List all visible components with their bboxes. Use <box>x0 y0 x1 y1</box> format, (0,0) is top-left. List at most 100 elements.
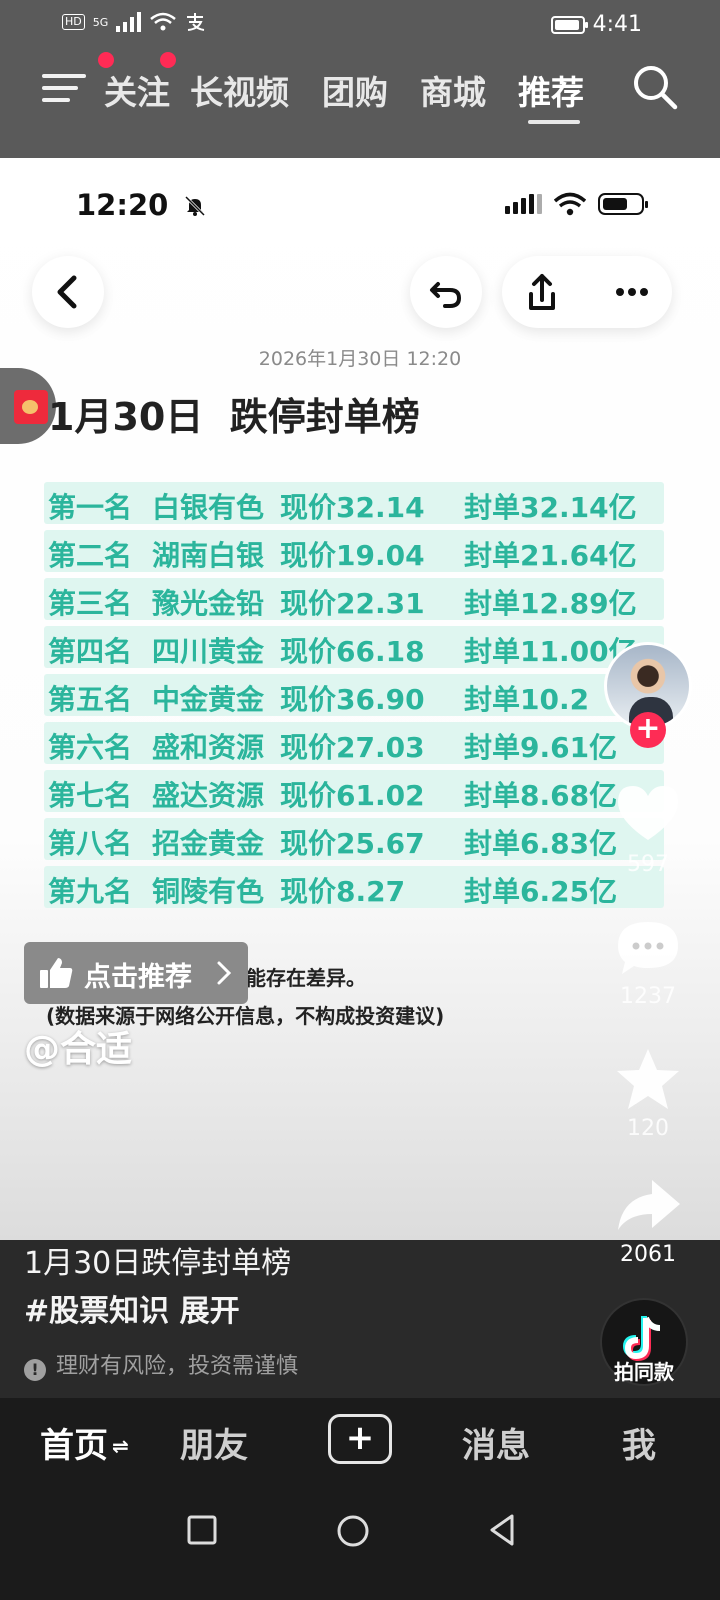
chevron-right-icon <box>217 961 232 985</box>
menu-icon[interactable] <box>42 70 90 106</box>
heart-icon[interactable] <box>614 782 682 844</box>
stock-name: 四川黄金 <box>152 635 265 668</box>
top-nav: 关注 长视频 团购 商城 推荐 <box>0 52 720 128</box>
hd-indicator: HD <box>62 14 85 30</box>
comment-icon[interactable] <box>614 918 682 978</box>
follow-button[interactable]: + <box>630 712 666 748</box>
same-style-label[interactable]: 拍同款 <box>592 1356 696 1385</box>
seal-amount: 封单6.25亿 <box>464 875 618 908</box>
rank-label: 第五名 <box>48 683 133 716</box>
battery-icon <box>598 193 648 215</box>
network-type: 5G <box>92 15 109 29</box>
star-icon[interactable] <box>614 1046 682 1112</box>
rank-label: 第四名 <box>48 635 133 668</box>
stock-price: 现价22.31 <box>280 587 425 620</box>
tab-follow[interactable]: 关注 <box>104 66 170 114</box>
ranking-row: 第七名 盛达资源 现价61.02 封单8.68亿 <box>44 770 664 812</box>
reply-button[interactable] <box>410 256 482 328</box>
seal-amount: 封单10.2 <box>464 683 590 716</box>
seal-amount: 封单32.14亿 <box>464 491 637 524</box>
post-title: 1月30日 跌停封单榜 <box>48 395 420 439</box>
red-packet-icon[interactable] <box>14 390 48 424</box>
rank-label: 第一名 <box>48 491 133 524</box>
stock-name: 铜陵有色 <box>152 875 265 908</box>
stock-name: 招金黄金 <box>152 827 265 860</box>
home-icon[interactable] <box>336 1514 370 1548</box>
warning-icon: ! <box>24 1359 46 1381</box>
stock-name: 中金黄金 <box>152 683 265 716</box>
thumbs-up-icon <box>40 958 73 988</box>
stock-price: 现价36.90 <box>280 683 425 716</box>
stock-price: 现价19.04 <box>280 539 425 572</box>
undo-icon <box>430 282 462 308</box>
expand-link[interactable]: 展开 <box>180 1294 240 1329</box>
ranking-row: 第九名 铜陵有色 现价8.27 封单6.25亿 <box>44 866 664 908</box>
stock-name: 盛和资源 <box>152 731 265 764</box>
switch-icon: ⇌ <box>112 1434 129 1458</box>
status-bar: HD 5G 4:41 <box>0 10 720 40</box>
ranking-row: 第五名 中金黄金 现价36.90 封单10.2 <box>44 674 664 716</box>
alipay-icon <box>187 13 205 31</box>
video-content[interactable]: 12:20 2026年1月30日 12:20 1月30日 跌停封单榜 第一名 白银… <box>0 158 720 1398</box>
signal-icon <box>505 194 542 214</box>
recommend-button[interactable]: 点击推荐 <box>24 942 248 1004</box>
tab-long-video[interactable]: 长视频 <box>190 66 289 114</box>
author-handle[interactable]: @合适 <box>24 1020 132 1072</box>
rank-label: 第六名 <box>48 731 133 764</box>
stock-price: 现价61.02 <box>280 779 425 812</box>
ranking-row: 第一名 白银有色 现价32.14 封单32.14亿 <box>44 482 664 524</box>
rank-label: 第七名 <box>48 779 133 812</box>
seal-amount: 封单8.68亿 <box>464 779 618 812</box>
back-arrow-icon <box>57 275 77 309</box>
stock-name: 豫光金铅 <box>152 587 265 620</box>
share-more-group <box>502 256 672 328</box>
more-icon[interactable] <box>612 256 652 328</box>
bell-muted-icon <box>185 195 206 217</box>
wifi-icon <box>554 192 586 216</box>
top-bar: HD 5G 4:41 关注 长视频 团购 商城 推荐 <box>0 0 720 160</box>
battery-icon <box>550 15 588 34</box>
back-button[interactable] <box>32 256 104 328</box>
tab-recommend[interactable]: 推荐 <box>518 66 584 114</box>
signal-icon <box>116 12 142 32</box>
stock-price: 现价32.14 <box>280 491 425 524</box>
tab-me[interactable]: 我 <box>622 1418 656 1467</box>
seal-amount: 封单9.61亿 <box>464 731 618 764</box>
rank-label: 第二名 <box>48 539 133 572</box>
back-icon[interactable] <box>486 1512 518 1548</box>
inner-status-time: 12:20 <box>76 188 206 222</box>
ranking-row: 第二名 湖南白银 现价19.04 封单21.64亿 <box>44 530 664 572</box>
share-arrow-icon[interactable] <box>614 1176 682 1234</box>
rank-label: 第三名 <box>48 587 133 620</box>
favorite-count: 120 <box>627 1116 669 1141</box>
share-icon[interactable] <box>522 256 562 328</box>
stock-name: 湖南白银 <box>152 539 265 572</box>
tab-group-buy[interactable]: 团购 <box>322 66 388 114</box>
system-nav-bar <box>0 1488 720 1600</box>
ranking-row: 第三名 豫光金铅 现价22.31 封单12.89亿 <box>44 578 664 620</box>
comment-count: 1237 <box>620 984 676 1009</box>
search-icon[interactable] <box>630 62 680 112</box>
create-button[interactable]: + <box>328 1414 392 1464</box>
status-time: 4:41 <box>592 12 642 37</box>
caption-title: 1月30日跌停封单榜 <box>24 1246 292 1281</box>
post-date: 2026年1月30日 12:20 <box>258 348 462 370</box>
seal-amount: 封单12.89亿 <box>464 587 637 620</box>
seal-amount: 封单21.64亿 <box>464 539 637 572</box>
stock-price: 现价8.27 <box>280 875 406 908</box>
recent-apps-icon[interactable] <box>186 1514 218 1546</box>
ranking-row: 第四名 四川黄金 现价66.18 封单11.00亿 <box>44 626 664 668</box>
like-count: 597 <box>627 852 669 877</box>
inner-status-icons <box>505 192 648 216</box>
hashtag-link[interactable]: #股票知识 <box>24 1294 169 1329</box>
tab-friends[interactable]: 朋友 <box>180 1418 248 1467</box>
active-tab-indicator <box>528 120 580 124</box>
tab-messages[interactable]: 消息 <box>462 1418 530 1467</box>
recommend-label: 点击推荐 <box>84 962 192 993</box>
ranking-row: 第八名 招金黄金 现价25.67 封单6.83亿 <box>44 818 664 860</box>
stock-name: 盛达资源 <box>152 779 265 812</box>
wifi-icon <box>150 12 177 31</box>
tab-mall[interactable]: 商城 <box>420 66 486 114</box>
tab-home[interactable]: 首页 ⇌ <box>40 1418 129 1467</box>
stock-price: 现价25.67 <box>280 827 425 860</box>
